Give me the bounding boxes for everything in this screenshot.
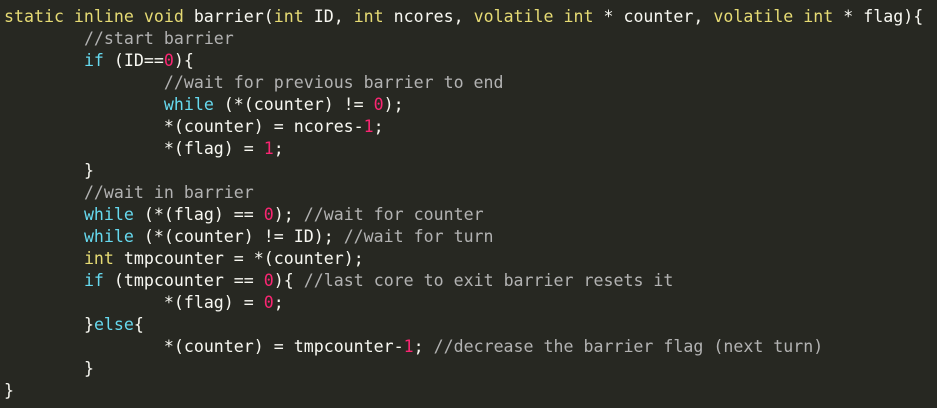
code-token: 1 <box>363 117 374 136</box>
code-line: }else{ <box>4 314 923 336</box>
code-token: while <box>163 95 214 114</box>
code-token: *(counter) = tmpcounter- <box>163 337 404 356</box>
code-token: //wait in barrier <box>83 183 254 202</box>
code-token: 0 <box>263 205 274 224</box>
code-token: barrier( <box>183 7 274 26</box>
code-token: //last core to exit barrier resets it <box>303 271 674 290</box>
code-line: while (*(flag) == 0); //wait for counter <box>4 204 923 226</box>
code-token: ){ <box>173 51 194 70</box>
code-token: ; <box>273 293 284 312</box>
code-line: //start barrier <box>4 28 923 50</box>
code-line: while (*(counter) != 0); <box>4 94 923 116</box>
code-line: //wait in barrier <box>4 182 923 204</box>
code-token: else <box>93 315 134 334</box>
code-line: *(flag) = 0; <box>4 292 923 314</box>
code-line: int tmpcounter = *(counter); <box>4 248 923 270</box>
code-token: //decrease the barrier flag (next turn) <box>433 337 824 356</box>
code-token: (*(flag) == <box>133 205 264 224</box>
code-token: (*(counter) != ID); <box>133 227 344 246</box>
code-token: 0 <box>163 51 174 70</box>
code-line: } <box>4 358 923 380</box>
code-token: } <box>4 381 14 400</box>
code-token: tmpcounter = *(counter); <box>113 249 364 268</box>
code-token: } <box>83 161 94 180</box>
code-token: //start barrier <box>83 29 234 48</box>
code-token: ; <box>373 117 384 136</box>
code-line: *(counter) = ncores-1; <box>4 116 923 138</box>
code-token: ); <box>383 95 404 114</box>
code-line: } <box>4 160 923 182</box>
code-token: (*(counter) != <box>213 95 374 114</box>
code-line: } <box>4 380 923 402</box>
code-token: 1 <box>403 337 414 356</box>
code-line: if (tmpcounter == 0){ //last core to exi… <box>4 270 923 292</box>
code-token: 0 <box>263 271 274 290</box>
code-token: static inline void <box>4 7 184 26</box>
code-token: while <box>83 227 134 246</box>
code-token: ){ <box>273 271 304 290</box>
code-line: if (ID==0){ <box>4 50 923 72</box>
code-token: ncores, <box>383 7 474 26</box>
code-token: (tmpcounter == <box>103 271 264 290</box>
code-token: *(flag) = <box>163 139 264 158</box>
code-token: int <box>273 7 304 26</box>
code-token: * counter, <box>593 7 714 26</box>
code-token: volatile int <box>473 7 594 26</box>
code-token: *(flag) = <box>163 293 264 312</box>
code-token: *(counter) = ncores- <box>163 117 364 136</box>
code-token: ID, <box>303 7 354 26</box>
code-token: } <box>83 315 94 334</box>
code-line: //wait for previous barrier to end <box>4 72 923 94</box>
code-token: while <box>83 205 134 224</box>
code-token: } <box>83 359 94 378</box>
code-token: 0 <box>373 95 384 114</box>
code-token: ; <box>273 139 284 158</box>
code-token: (ID== <box>103 51 164 70</box>
code-line: *(counter) = tmpcounter-1; //decrease th… <box>4 336 923 358</box>
code-token: ; <box>413 337 434 356</box>
code-token: //wait for previous barrier to end <box>163 73 504 92</box>
code-editor[interactable]: static inline void barrier(int ID, int n… <box>4 6 923 402</box>
code-line: static inline void barrier(int ID, int n… <box>4 6 923 28</box>
code-token: int <box>83 249 114 268</box>
code-line: while (*(counter) != ID); //wait for tur… <box>4 226 923 248</box>
code-token: int <box>353 7 384 26</box>
code-token: if <box>83 51 104 70</box>
code-token: 0 <box>263 293 274 312</box>
code-token: if <box>83 271 104 290</box>
code-token: { <box>133 315 144 334</box>
code-token: ); <box>273 205 304 224</box>
code-token: //wait for turn <box>343 227 494 246</box>
code-token: 1 <box>263 139 274 158</box>
code-line: *(flag) = 1; <box>4 138 923 160</box>
code-token: //wait for counter <box>303 205 484 224</box>
code-token: volatile int <box>713 7 834 26</box>
code-token: * flag){ <box>833 7 924 26</box>
